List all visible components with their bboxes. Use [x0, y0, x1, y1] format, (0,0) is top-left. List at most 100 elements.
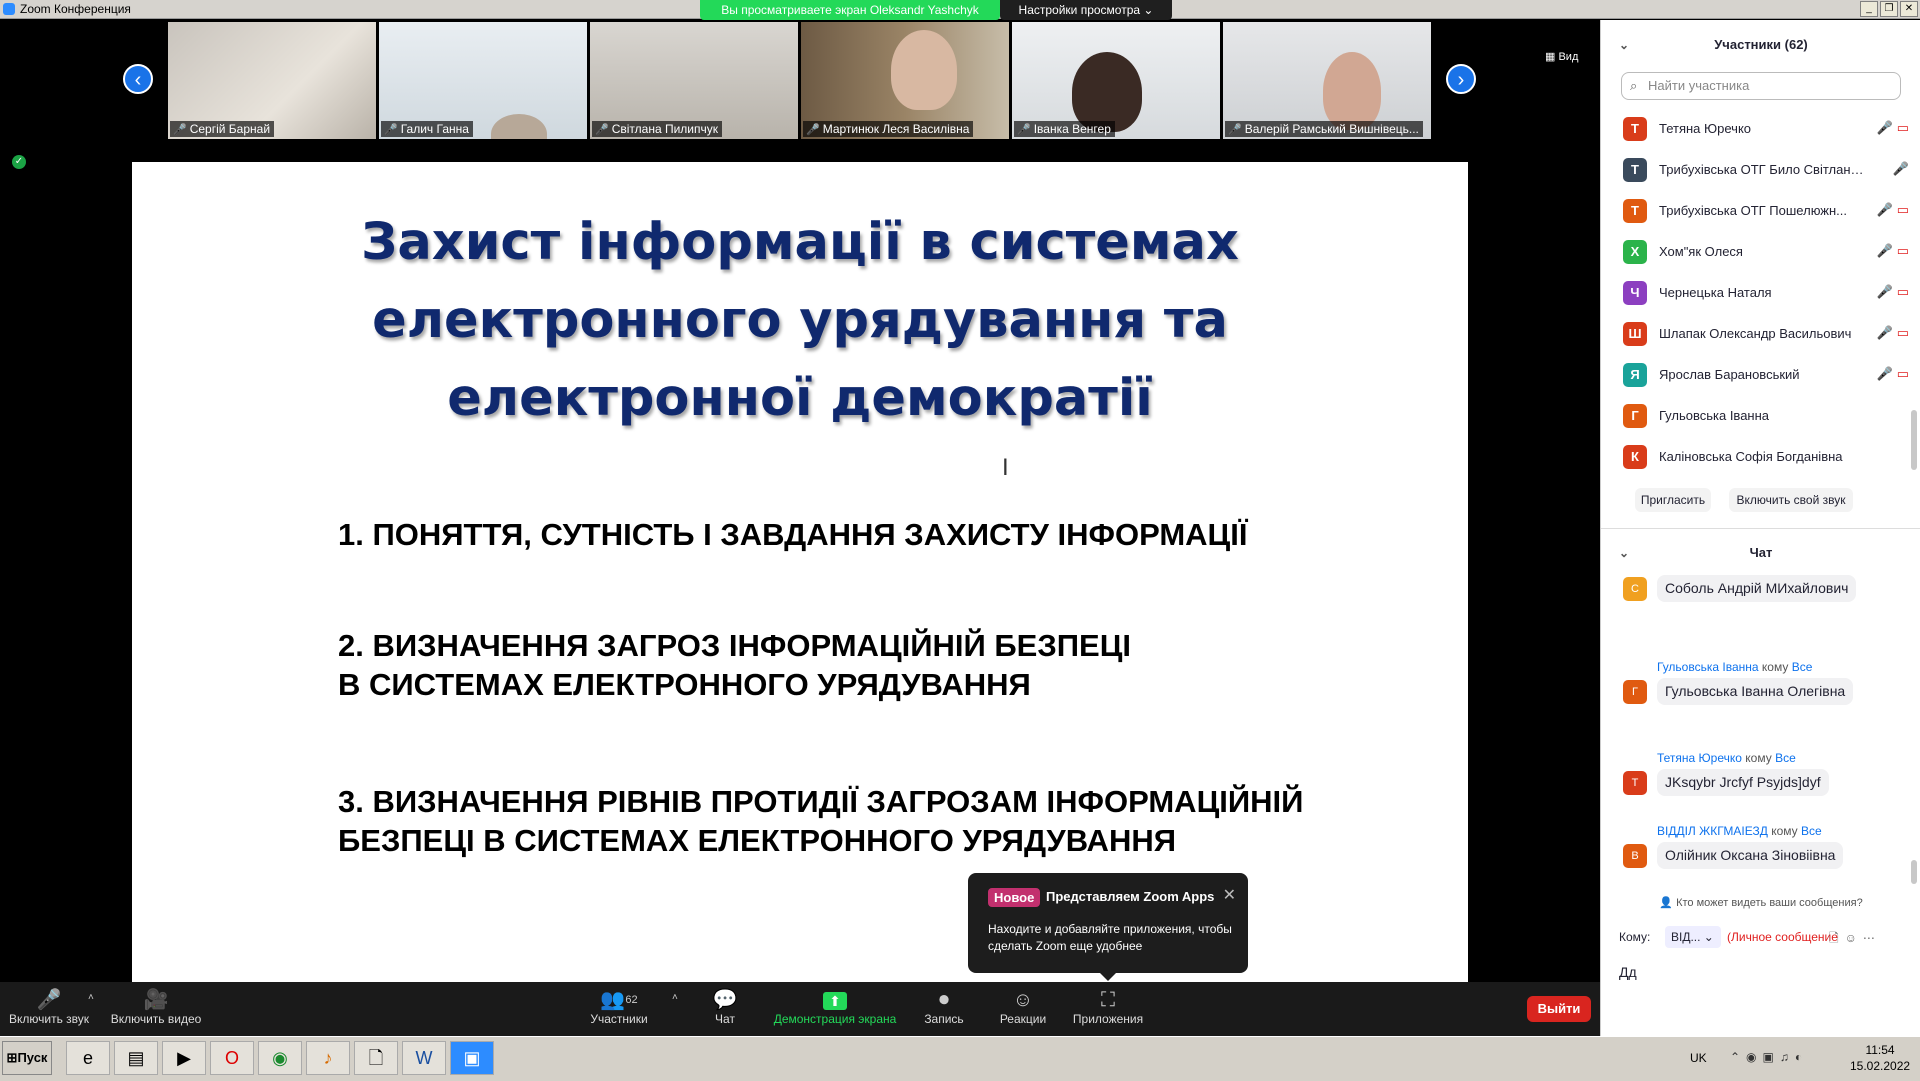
new-badge: Новое — [988, 888, 1041, 907]
mic-muted-icon: 🎤 ▭ — [1876, 243, 1909, 258]
close-icon[interactable]: ✕ — [1900, 1, 1918, 17]
maximize-icon[interactable]: ❐ — [1880, 1, 1898, 17]
chat-recipient-row: Кому: ВІД... ⌄ (Личное сообщение 🗋☺⋯ — [1619, 926, 1919, 948]
video-tile[interactable]: 🎤 Мартинюк Леся Василівна — [801, 22, 1009, 139]
video-tile[interactable]: 🎤 Світлана Пилипчук — [590, 22, 798, 139]
participant-row[interactable]: Т Трибухівська ОТГ Пошелюжн... 🎤 ▭ — [1601, 192, 1920, 232]
windows-logo-icon: ⊞ — [6, 1050, 18, 1065]
share-screen-button[interactable]: ⬆ Демонстрация экрана — [768, 988, 902, 1026]
recipient-select[interactable]: ВІД... ⌄ — [1665, 926, 1721, 948]
people-icon: 👤 — [1659, 897, 1674, 909]
view-options-button[interactable]: Настройки просмотра ⌄ — [1000, 0, 1172, 20]
notepad-icon[interactable]: 🗋 — [354, 1041, 398, 1075]
participant-row[interactable]: К Каліновська Софія Богданівна — [1601, 438, 1920, 478]
avatar: С — [1623, 577, 1647, 601]
smiley-icon: ☺ — [1012, 989, 1034, 1011]
mic-muted-icon: 🎤 — [173, 124, 187, 136]
zoom-app-icon — [3, 3, 15, 15]
view-button[interactable]: ▦ Вид — [1545, 50, 1578, 63]
participant-row[interactable]: Ч Чернецька Наталя 🎤 ▭ — [1601, 274, 1920, 314]
apps-icon: ⛶ — [1101, 989, 1115, 1011]
participants-scrollbar[interactable] — [1911, 410, 1917, 470]
start-button[interactable]: ⊞Пуск — [2, 1041, 52, 1075]
file-icon[interactable]: 🗋 — [1829, 931, 1845, 945]
zoom-taskbar-icon[interactable]: ▣ — [450, 1041, 494, 1075]
slide-item-2: 2. ВИЗНАЧЕННЯ ЗАГРОЗ ІНФОРМАЦІЙНІЙ БЕЗПЕ… — [338, 628, 1131, 702]
video-tile[interactable]: 🎤 Валерій Рамський Вишнівець... — [1223, 22, 1431, 139]
chat-header: ⌄ Чат — [1601, 538, 1920, 568]
emoji-icon[interactable]: ☺ — [1845, 931, 1863, 945]
avatar: В — [1623, 844, 1647, 868]
window-controls: _ ❐ ✕ — [1860, 1, 1918, 17]
language-indicator[interactable]: UK — [1690, 1051, 1707, 1065]
participant-row[interactable]: Т Трибухівська ОТГ Било Світлана ... 🎤 — [1601, 151, 1920, 191]
participant-row[interactable]: Х Хом"як Олеся 🎤 ▭ — [1601, 233, 1920, 273]
minimize-icon[interactable]: _ — [1860, 1, 1878, 17]
chevron-up-icon[interactable]: ˄ — [88, 992, 94, 1003]
people-icon: 👥 — [600, 989, 626, 1011]
participant-row[interactable]: Г Гульовська Іванна — [1601, 397, 1920, 437]
mic-muted-icon: 🎤 — [806, 124, 820, 136]
slide-title: Захист інформації в системах електронног… — [361, 213, 1239, 428]
participant-row[interactable]: Т Тетяна Юречко 🎤 ▭ — [1601, 110, 1920, 150]
popup-heading: Представляем Zoom Apps — [1046, 889, 1215, 904]
chat-input[interactable]: Дд — [1619, 964, 1637, 980]
slide-item-1: 1. ПОНЯТТЯ, СУТНІСТЬ І ЗАВДАННЯ ЗАХИСТУ … — [338, 517, 1248, 552]
chat-bubble-icon: 💬 — [712, 989, 738, 1011]
chevron-up-icon[interactable]: ˄ — [672, 992, 678, 1003]
avatar: Ш — [1623, 322, 1647, 346]
avatar: Я — [1623, 363, 1647, 387]
participant-row[interactable]: Ш Шлапак Олександр Васильович 🎤 ▭ — [1601, 315, 1920, 355]
start-video-button[interactable]: 🎥 Включить видео — [106, 988, 206, 1026]
avatar: Х — [1623, 240, 1647, 264]
app-icon[interactable]: ♪ — [306, 1041, 350, 1075]
mic-muted-icon: 🎤 — [1892, 161, 1909, 176]
video-tile[interactable]: 🎤 Іванка Венгер — [1012, 22, 1220, 139]
slide-item-3: 3. ВИЗНАЧЕННЯ РІВНІВ ПРОТИДІЇ ЗАГРОЗАМ І… — [338, 784, 1304, 858]
chevron-down-icon[interactable]: ⌄ — [1619, 538, 1629, 568]
popup-body: Находите и добавляйте приложения, чтобы … — [988, 922, 1232, 953]
mic-muted-icon: 🎤 ▭ — [1876, 325, 1909, 340]
reactions-button[interactable]: ☺ Реакции — [993, 988, 1053, 1026]
tile-name: Сергій Барнай — [189, 122, 271, 136]
next-page-button[interactable]: › — [1446, 64, 1476, 94]
clock[interactable]: 11:54 15.02.2022 — [1850, 1042, 1910, 1074]
participant-search-input[interactable]: ⌕ Найти участника — [1621, 72, 1901, 100]
taskbar: ⊞Пуск e ▤ ▶ O ◉ ♪ 🗋 W ▣ UK ⌃◉▣♫◐ 11:54 1… — [0, 1036, 1920, 1081]
chat-scrollbar[interactable] — [1911, 860, 1917, 884]
mic-muted-icon: 🎤 ▭ — [1876, 120, 1909, 135]
tray-icons: ⌃◉▣♫◐ — [1730, 1050, 1809, 1064]
encryption-shield-icon[interactable]: ✓ — [12, 155, 26, 169]
participants-button[interactable]: 👥62 Участники ˄ — [582, 988, 678, 1026]
unmute-button[interactable]: 🎤 Включить звук ˄ — [6, 988, 94, 1026]
system-tray: UK ⌃◉▣♫◐ 11:54 15.02.2022 — [1650, 1037, 1920, 1081]
camera-off-icon: 🎥 — [143, 989, 169, 1011]
media-player-icon[interactable]: ▶ — [162, 1041, 206, 1075]
word-icon[interactable]: W — [402, 1041, 446, 1075]
mic-muted-icon: 🎤 — [1017, 124, 1031, 136]
chat-button[interactable]: 💬 Чат — [700, 988, 750, 1026]
participant-row[interactable]: Я Ярослав Барановський 🎤 ▭ — [1601, 356, 1920, 396]
screen-share-banner: Вы просматриваете экран Oleksandr Yashch… — [700, 0, 1000, 20]
record-button[interactable]: ⏺ Запись — [916, 988, 972, 1026]
unmute-self-button[interactable]: Включить свой звук — [1729, 488, 1853, 512]
ie-icon[interactable]: e — [66, 1041, 110, 1075]
tile-name: Валерій Рамський Вишнівець... — [1244, 122, 1419, 136]
search-icon: ⌕ — [1630, 78, 1638, 93]
close-icon[interactable]: ✕ — [1223, 885, 1236, 905]
video-tile[interactable]: 🎤 Галич Ганна — [379, 22, 587, 139]
video-tile[interactable]: 🎤 Сергій Барнай — [168, 22, 376, 139]
avatar: Т — [1623, 199, 1647, 223]
opera-icon[interactable]: O — [210, 1041, 254, 1075]
chrome-icon[interactable]: ◉ — [258, 1041, 302, 1075]
chevron-down-icon[interactable]: ⌄ — [1619, 30, 1629, 60]
explorer-icon[interactable]: ▤ — [114, 1041, 158, 1075]
prev-page-button[interactable]: ‹ — [123, 64, 153, 94]
leave-button[interactable]: Выйти — [1527, 996, 1591, 1022]
chat-privacy-link[interactable]: 👤 Кто может видеть ваши сообщения? — [1601, 896, 1920, 909]
apps-button[interactable]: ⛶ Приложения — [1066, 988, 1150, 1026]
invite-button[interactable]: Пригласить — [1635, 488, 1711, 512]
mic-muted-icon: 🎤 — [1228, 124, 1242, 136]
record-icon: ⏺ — [939, 989, 949, 1011]
more-icon[interactable]: ⋯ — [1863, 931, 1881, 945]
